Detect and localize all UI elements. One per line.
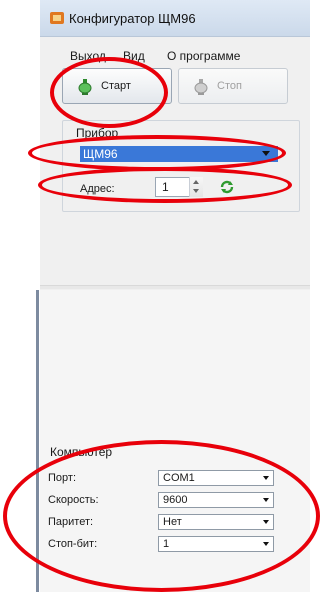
speed-value: 9600 — [163, 494, 188, 506]
stopbits-label: Стоп-бит: — [48, 538, 98, 550]
port-label: Порт: — [48, 472, 76, 484]
parity-value: Нет — [163, 516, 182, 528]
spin-down-icon[interactable] — [193, 189, 199, 193]
stop-button[interactable]: Стоп — [178, 68, 288, 104]
menu-view[interactable]: Вид — [123, 49, 145, 63]
refresh-icon[interactable] — [219, 179, 235, 195]
chevron-down-icon — [263, 476, 269, 480]
menu-bar: Выход Вид О программе — [40, 46, 310, 66]
device-select[interactable]: ЩМ96 — [80, 146, 278, 162]
parity-select[interactable]: Нет — [158, 514, 274, 530]
start-button-label: Старт — [101, 80, 131, 92]
start-icon — [78, 79, 92, 95]
stop-button-label: Стоп — [217, 80, 242, 92]
menu-about[interactable]: О программе — [167, 49, 240, 63]
chevron-down-icon — [263, 542, 269, 546]
stopbits-select[interactable]: 1 — [158, 536, 274, 552]
address-value: 1 — [162, 180, 169, 194]
chevron-down-icon — [263, 520, 269, 524]
speed-select[interactable]: 9600 — [158, 492, 274, 508]
panel-divider — [40, 285, 310, 289]
window-left-edge — [36, 290, 39, 592]
stop-icon — [194, 79, 208, 95]
title-bar: Конфигуратор ЩМ96 — [40, 0, 310, 37]
chevron-down-icon — [263, 498, 269, 502]
chevron-down-icon[interactable] — [262, 151, 270, 156]
spin-up-icon[interactable] — [193, 180, 199, 184]
speed-label: Скорость: — [48, 494, 99, 506]
port-select[interactable]: COM1 — [158, 470, 274, 486]
app-icon — [50, 12, 64, 24]
computer-group-legend: Компьютер — [48, 445, 115, 459]
stopbits-value: 1 — [163, 538, 170, 550]
menu-exit[interactable]: Выход — [70, 49, 106, 63]
port-value: COM1 — [163, 472, 195, 484]
start-button[interactable]: Старт — [62, 68, 172, 104]
device-select-value: ЩМ96 — [83, 147, 118, 161]
address-spinner[interactable] — [189, 177, 203, 197]
address-label: Адрес: — [80, 183, 115, 195]
parity-label: Паритет: — [48, 516, 94, 528]
device-group-legend: Прибор — [74, 126, 121, 140]
window-title: Конфигуратор ЩМ96 — [69, 11, 196, 26]
